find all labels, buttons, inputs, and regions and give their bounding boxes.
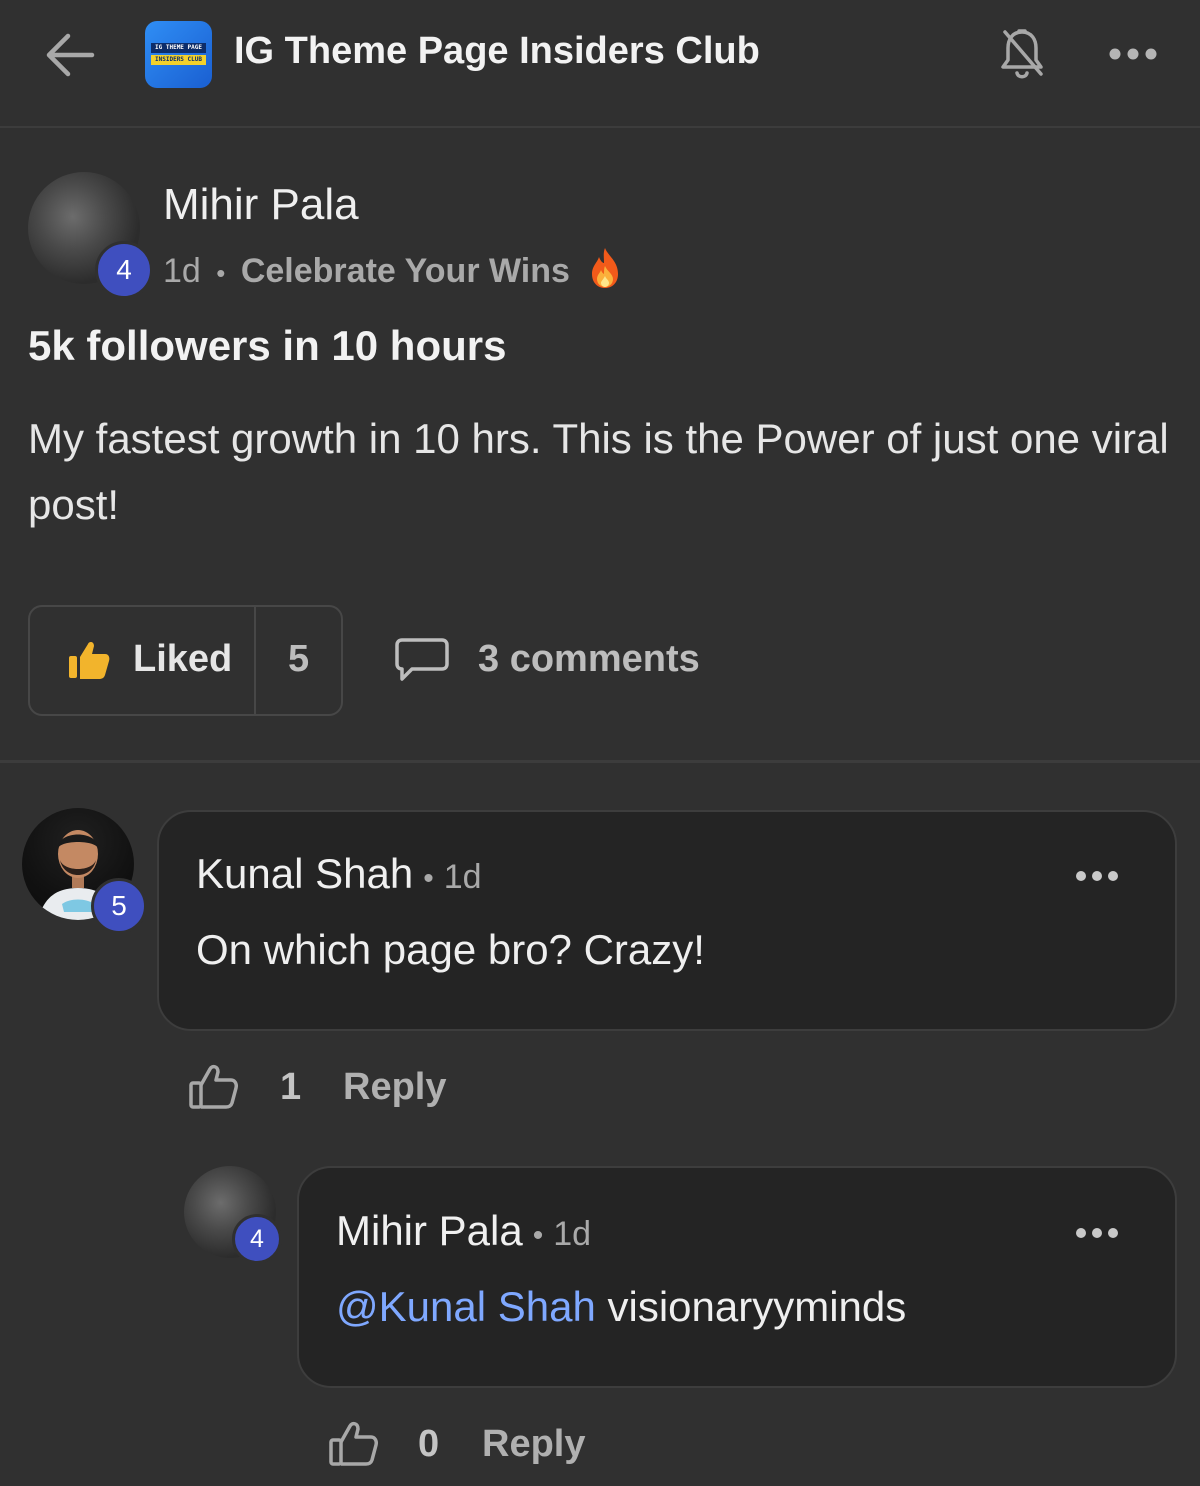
reply-author[interactable]: Mihir Pala [336,1207,523,1254]
bell-off-icon[interactable] [998,26,1046,82]
logo-text-line1: IG THEME PAGE [151,43,206,53]
thumbs-up-icon[interactable] [188,1063,240,1111]
logo-text-line2: INSIDERS CLUB [151,55,206,65]
reply-bubble [297,1166,1177,1388]
reply-text: @Kunal Shah visionaryyminds [336,1283,906,1331]
reply-button[interactable]: Reply [482,1423,585,1466]
section-divider [0,760,1200,763]
meta-separator: • [423,862,434,895]
back-arrow-icon[interactable] [42,30,96,80]
thumbs-up-filled-icon[interactable] [66,638,112,682]
post-meta: 1d • Celebrate Your Wins [163,246,623,291]
post-time: 1d [163,252,201,290]
more-horizontal-icon[interactable] [1075,868,1119,884]
post-title: 5k followers in 10 hours [28,322,507,369]
comment-bubble [157,810,1177,1031]
post-category[interactable]: Celebrate Your Wins [241,252,570,290]
comment-text: On which page bro? Crazy! [196,926,705,973]
comment-header: Kunal Shah • 1d [196,850,482,898]
meta-separator: • [532,1219,544,1252]
post-body: My fastest growth in 10 hrs. This is the… [28,415,1169,528]
fire-icon [592,248,619,288]
level-badge: 4 [232,1214,282,1264]
comment-author[interactable]: Kunal Shah [196,850,413,897]
like-divider [254,607,256,714]
meta-separator: • [216,258,226,288]
mention-link[interactable]: @Kunal Shah [336,1283,596,1330]
like-count[interactable]: 5 [288,638,309,681]
reply-button[interactable]: Reply [343,1066,446,1109]
comment-time: 1d [443,858,482,896]
reply-like-count: 0 [418,1423,440,1465]
reply-time: 1d [553,1215,592,1253]
thumbs-up-icon[interactable] [328,1420,380,1468]
reply-body: visionaryyminds [607,1283,907,1330]
reply-header: Mihir Pala • 1d [336,1207,591,1255]
comment-like-count: 1 [280,1066,302,1108]
group-title[interactable]: IG Theme Page Insiders Club [234,30,760,73]
comments-count[interactable]: 3 comments [478,638,700,681]
more-horizontal-icon[interactable] [1108,44,1158,64]
level-badge: 4 [95,241,153,299]
level-badge: 5 [91,878,147,934]
liked-label[interactable]: Liked [133,638,232,681]
comment-bubble-icon[interactable] [394,636,450,684]
group-logo[interactable]: IG THEME PAGE INSIDERS CLUB [145,21,212,88]
post-author[interactable]: Mihir Pala [163,180,359,230]
more-horizontal-icon[interactable] [1075,1225,1119,1241]
